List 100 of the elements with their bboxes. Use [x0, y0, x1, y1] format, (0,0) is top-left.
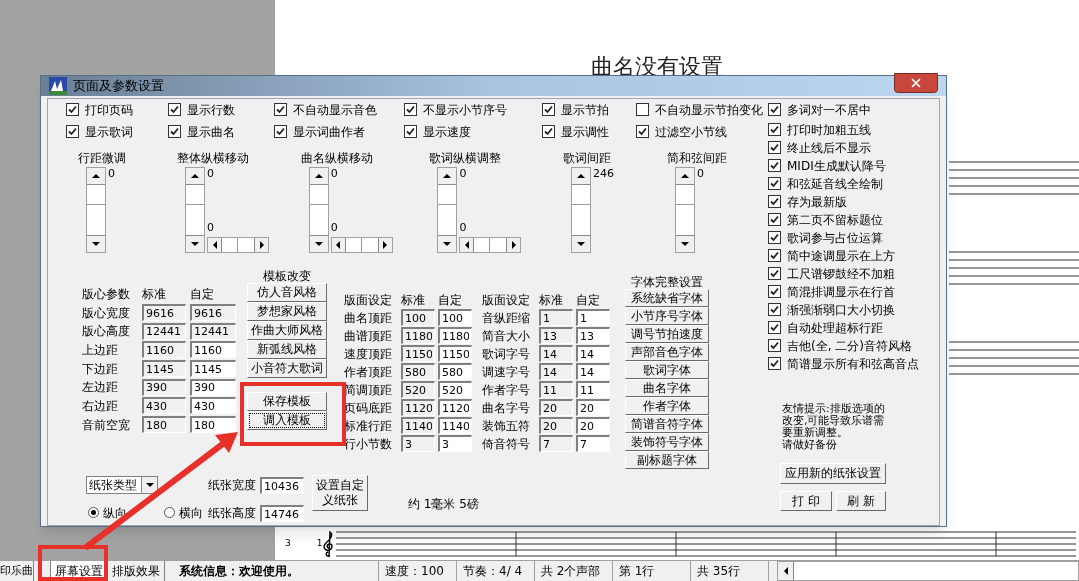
print-button[interactable]: 打 印 [780, 490, 832, 511]
number-field[interactable]: 11 [539, 381, 573, 398]
number-field[interactable]: 1140 [438, 417, 472, 434]
checkbox[interactable] [768, 357, 781, 370]
number-field[interactable]: 1150 [401, 345, 435, 362]
checkbox[interactable] [168, 103, 181, 116]
checkbox[interactable] [404, 103, 417, 116]
number-field[interactable]: 520 [401, 381, 435, 398]
number-field[interactable]: 1160 [142, 341, 186, 359]
number-field[interactable]: 1145 [190, 360, 236, 378]
vertical-scrollbar[interactable] [437, 166, 458, 253]
horizontal-scrollbar[interactable] [459, 236, 522, 253]
checkbox[interactable] [404, 125, 417, 138]
number-field[interactable]: 14 [576, 363, 610, 380]
checkbox-label: 不显示小节序号 [423, 101, 507, 119]
adjuster-label: 简和弦间距 [667, 149, 727, 167]
checkbox[interactable] [768, 141, 781, 154]
apply-paper-button[interactable]: 应用新的纸张设置 [780, 462, 886, 484]
number-field[interactable]: 1140 [401, 417, 435, 434]
number-field[interactable]: 14 [539, 345, 573, 362]
vertical-scrollbar[interactable] [571, 166, 592, 253]
number-field[interactable]: 1145 [142, 360, 186, 378]
number-field[interactable]: 7 [576, 435, 610, 452]
vertical-scrollbar[interactable] [308, 166, 329, 253]
checkbox[interactable] [66, 125, 79, 138]
checkbox-label: 简混排调显示在行首 [787, 283, 895, 301]
horizontal-scrollbar[interactable] [330, 236, 393, 253]
checkbox[interactable] [768, 339, 781, 352]
number-field[interactable]: 430 [190, 397, 236, 415]
style-button[interactable]: 仿人音风格 [247, 282, 327, 302]
number-field[interactable]: 20 [576, 417, 610, 434]
checkbox[interactable] [768, 123, 781, 136]
number-field[interactable]: 7 [539, 435, 573, 452]
number-field[interactable]: 1 [539, 309, 573, 326]
number-field[interactable]: 13 [576, 327, 610, 344]
horizontal-scrollbar[interactable] [207, 236, 269, 253]
number-field[interactable]: 1 [576, 309, 610, 326]
number-field[interactable]: 580 [438, 363, 472, 380]
vertical-scrollbar[interactable] [675, 166, 695, 253]
radio-button[interactable] [88, 507, 99, 518]
number-field[interactable]: 20 [539, 399, 573, 416]
number-field[interactable]: 11 [576, 381, 610, 398]
column-header: 版面设定 [482, 291, 531, 309]
checkbox[interactable] [274, 125, 287, 138]
checkbox[interactable] [768, 303, 781, 316]
horizontal-scrollbar[interactable] [777, 561, 1079, 581]
checkbox[interactable] [768, 231, 781, 244]
number-field[interactable]: 520 [438, 381, 472, 398]
number-field[interactable]: 1150 [438, 345, 472, 362]
number-field[interactable]: 390 [190, 378, 236, 396]
number-field[interactable]: 390 [142, 378, 186, 396]
number-field[interactable]: 1160 [190, 341, 236, 359]
checkbox[interactable] [274, 103, 287, 116]
checkbox[interactable] [768, 177, 781, 190]
number-field[interactable]: 1180 [438, 327, 472, 344]
checkbox[interactable] [768, 321, 781, 334]
paper-type-dropdown[interactable]: 纸张类型 [86, 475, 158, 494]
vertical-scrollbar[interactable] [86, 166, 106, 253]
number-field[interactable]: 14 [539, 363, 573, 380]
checkbox[interactable] [768, 267, 781, 280]
number-field[interactable]: 580 [401, 363, 435, 380]
radio-button[interactable] [164, 507, 175, 518]
number-field[interactable]: 1120 [438, 399, 472, 416]
number-field[interactable]: 1180 [401, 327, 435, 344]
refresh-button[interactable]: 刷 新 [836, 490, 886, 511]
number-field[interactable]: 100 [401, 309, 435, 326]
save-template-button[interactable]: 保存模板 [247, 391, 327, 411]
number-field[interactable]: 20 [539, 417, 573, 434]
vertical-scrollbar[interactable] [185, 166, 205, 253]
number-field[interactable]: 3 [438, 435, 472, 452]
dropdown-value: 纸张类型 [88, 476, 138, 494]
checkbox[interactable] [768, 249, 781, 262]
custom-paper-button[interactable]: 设置自定义纸张 [312, 474, 368, 511]
checkbox[interactable] [636, 125, 649, 138]
number-field[interactable]: 14 [576, 345, 610, 362]
checkbox[interactable] [768, 213, 781, 226]
number-field[interactable]: 10436 [260, 477, 304, 494]
number-field[interactable]: 14746 [260, 505, 304, 522]
number-field[interactable]: 180 [142, 416, 186, 434]
checkbox[interactable] [768, 195, 781, 208]
checkbox[interactable] [768, 285, 781, 298]
checkbox[interactable] [542, 125, 555, 138]
checkbox[interactable] [168, 125, 181, 138]
status-field: 节奏：4/ 4 [457, 561, 535, 581]
number-field[interactable]: 13 [539, 327, 573, 344]
checkbox[interactable] [768, 159, 781, 172]
close-button[interactable] [894, 72, 938, 93]
number-field[interactable]: 1120 [401, 399, 435, 416]
status-tab[interactable]: 印乐曲 [0, 561, 34, 581]
checkbox[interactable] [66, 103, 79, 116]
param-label: 下边距 [82, 360, 119, 378]
number-field[interactable]: 430 [142, 397, 186, 415]
font-button[interactable]: 系统缺省字体 [625, 288, 709, 307]
checkbox[interactable] [636, 103, 649, 116]
number-field[interactable]: 100 [438, 309, 472, 326]
checkbox[interactable] [768, 103, 781, 116]
number-field[interactable]: 180 [190, 416, 236, 434]
checkbox[interactable] [542, 103, 555, 116]
number-field[interactable]: 3 [401, 435, 435, 452]
number-field[interactable]: 20 [576, 399, 610, 416]
